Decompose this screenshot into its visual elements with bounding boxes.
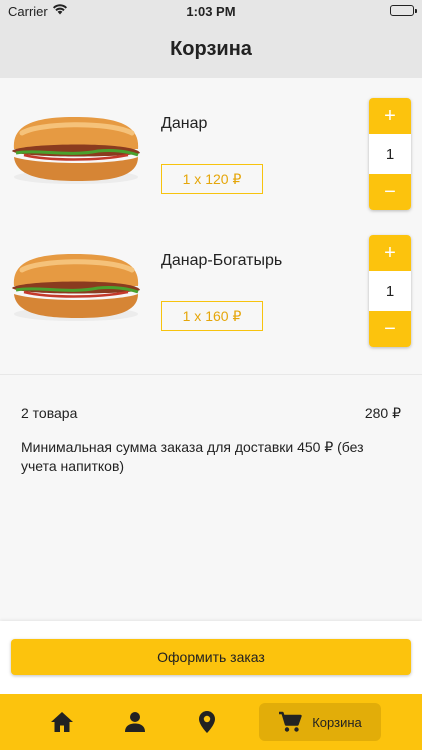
item-name: Данар-Богатырь	[161, 252, 283, 269]
status-bar: Carrier 1:03 PM	[0, 0, 422, 22]
navigation-bar: Корзина	[0, 22, 422, 78]
minimum-order-note: Минимальная сумма заказа для доставки 45…	[21, 439, 364, 474]
decrease-button[interactable]: −	[369, 174, 411, 210]
order-total: 280 ₽	[364, 405, 401, 421]
checkout-button[interactable]: Оформить заказ	[11, 639, 411, 675]
quantity-value: 1	[385, 282, 395, 300]
item-price: 1 x 160 ₽	[161, 301, 263, 331]
home-icon	[51, 712, 73, 732]
decrease-button[interactable]: −	[369, 311, 411, 347]
cart-item: Данар-Богатырь 1 x 160 ₽ + 1 −	[0, 232, 422, 352]
tab-cart-label: Корзина	[312, 714, 362, 730]
cart-item: Данар 1 x 120 ₽ + 1 −	[0, 95, 422, 215]
tab-cart[interactable]: Корзина	[259, 703, 381, 741]
person-icon	[125, 712, 145, 732]
page-title: Корзина	[170, 38, 252, 60]
increase-button[interactable]: +	[369, 235, 411, 271]
sandwich-image	[12, 254, 140, 321]
increase-button[interactable]: +	[369, 98, 411, 134]
tab-bar: Корзина	[0, 694, 422, 750]
item-name: Данар	[161, 115, 208, 132]
item-price: 1 x 120 ₽	[161, 164, 263, 194]
cart-icon	[279, 711, 302, 732]
quantity-stepper: + 1 −	[369, 235, 411, 347]
tab-location[interactable]	[193, 706, 221, 738]
location-pin-icon	[199, 711, 215, 733]
checkout-panel: Оформить заказ	[0, 621, 422, 694]
quantity-stepper: + 1 −	[369, 98, 411, 210]
items-count: 2 товара	[21, 405, 78, 421]
quantity-value: 1	[385, 145, 395, 163]
battery-icon	[390, 5, 417, 16]
clock: 1:03 PM	[186, 4, 236, 19]
tab-profile[interactable]	[121, 706, 149, 738]
sandwich-image	[12, 117, 140, 184]
divider	[0, 374, 422, 375]
tab-home[interactable]	[48, 706, 76, 738]
